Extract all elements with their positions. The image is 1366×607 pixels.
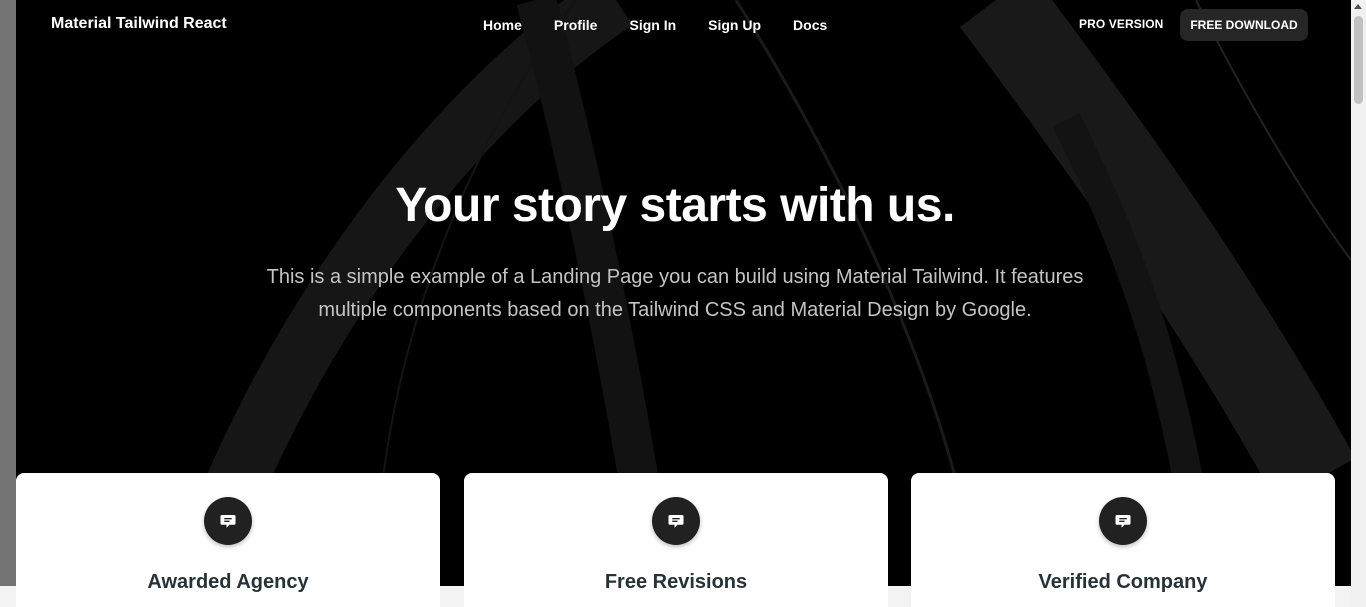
feature-cards: Awarded Agency Free Revisions Verified C… bbox=[16, 473, 1336, 607]
feature-card-title: Awarded Agency bbox=[147, 571, 309, 593]
free-download-button[interactable]: FREE DOWNLOAD bbox=[1180, 9, 1308, 41]
chat-bubble-icon bbox=[652, 497, 700, 545]
nav-link-home[interactable]: Home bbox=[483, 17, 538, 33]
feature-card-title: Verified Company bbox=[1038, 571, 1208, 593]
hero-subtitle: This is a simple example of a Landing Pa… bbox=[266, 266, 1084, 321]
nav-links: Home Profile Sign In Sign Up Docs bbox=[483, 17, 843, 33]
hero-title: Your story starts with us. bbox=[395, 179, 955, 232]
feature-card-awarded-agency: Awarded Agency bbox=[16, 473, 440, 607]
feature-card-title: Free Revisions bbox=[604, 571, 748, 593]
chat-bubble-icon bbox=[1099, 497, 1147, 545]
scroll-up-arrow-icon[interactable] bbox=[1354, 4, 1362, 9]
feature-card-free-revisions: Free Revisions bbox=[464, 473, 888, 607]
nav-link-sign-in[interactable]: Sign In bbox=[613, 17, 692, 33]
window-left-edge bbox=[0, 0, 16, 586]
nav-link-docs[interactable]: Docs bbox=[777, 17, 843, 33]
brand-logo[interactable]: Material Tailwind React bbox=[51, 15, 227, 33]
feature-card-verified-company: Verified Company bbox=[911, 473, 1335, 607]
nav-link-profile[interactable]: Profile bbox=[538, 17, 614, 33]
pro-version-link[interactable]: PRO VERSION bbox=[1079, 17, 1163, 31]
nav-link-sign-up[interactable]: Sign Up bbox=[692, 17, 777, 33]
chat-bubble-icon bbox=[204, 497, 252, 545]
top-navbar: Material Tailwind React Home Profile Sig… bbox=[16, 0, 1351, 50]
scrollbar-thumb[interactable] bbox=[1354, 16, 1363, 104]
